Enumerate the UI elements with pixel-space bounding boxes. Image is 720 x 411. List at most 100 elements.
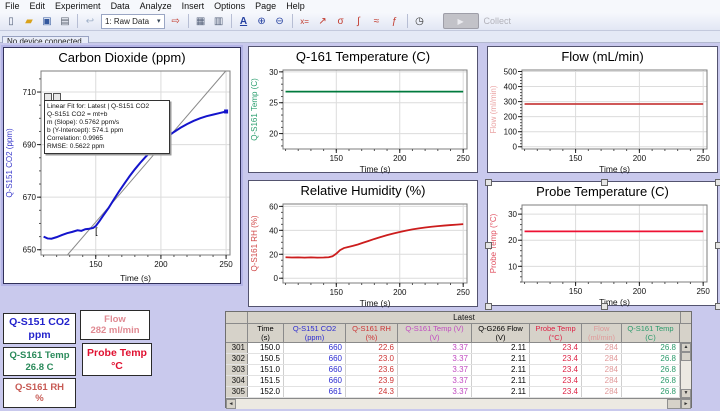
table-cell[interactable]: 2.11 xyxy=(472,365,530,375)
resize-handle[interactable] xyxy=(485,242,492,249)
table-cell[interactable]: 26.8 xyxy=(622,376,680,386)
scroll-up-icon[interactable]: ▲ xyxy=(681,343,691,352)
table-cell[interactable]: 2.11 xyxy=(472,343,530,353)
graph-q161-temperature[interactable]: Q-161 Temperature (C) 150200250202530Tim… xyxy=(248,46,478,173)
integral-icon[interactable]: ∫ xyxy=(351,14,367,29)
collect-button[interactable]: ▶ xyxy=(443,13,479,29)
table-cell[interactable]: 23.4 xyxy=(530,387,582,397)
menu-item-edit[interactable]: Edit xyxy=(25,1,51,11)
model-icon[interactable]: ƒ xyxy=(387,14,403,29)
menu-item-file[interactable]: File xyxy=(0,1,25,11)
open-folder-icon[interactable]: ▰ xyxy=(21,14,37,29)
table-cell[interactable]: 26.8 xyxy=(622,354,680,364)
table-cell[interactable]: 660 xyxy=(284,365,346,375)
scrollbar-thumb[interactable] xyxy=(667,399,681,409)
table-cell[interactable]: 150.5 xyxy=(248,354,284,364)
meter-co2[interactable]: Q-S151 CO2 ppm xyxy=(3,313,76,344)
column-header[interactable]: Q-S161 RH(%) xyxy=(346,324,398,342)
statistics-icon[interactable]: σ xyxy=(333,14,349,29)
vertical-scrollbar[interactable]: ▲▼ xyxy=(680,343,691,398)
table-cell[interactable]: 3.37 xyxy=(398,365,472,375)
table-cell[interactable]: 660 xyxy=(284,376,346,386)
column-header[interactable]: Q-S161 Temp(C) xyxy=(622,324,680,342)
zoom-in-icon[interactable]: ⊕ xyxy=(254,14,270,29)
table-cell[interactable]: 284 xyxy=(582,376,622,386)
menu-item-analyze[interactable]: Analyze xyxy=(135,1,177,11)
table-cell[interactable]: 23.4 xyxy=(530,354,582,364)
data-collection-clock-icon[interactable]: ◷ xyxy=(412,14,428,29)
data-table-icon[interactable]: ▦ xyxy=(193,14,209,29)
table-cell[interactable]: 284 xyxy=(582,365,622,375)
menu-item-data[interactable]: Data xyxy=(106,1,135,11)
table-cell[interactable]: 152.0 xyxy=(248,387,284,397)
table-cell[interactable]: 23.9 xyxy=(346,376,398,386)
scroll-down-icon[interactable]: ▼ xyxy=(681,389,691,398)
resize-handle[interactable] xyxy=(715,303,720,310)
horizontal-scrollbar[interactable]: ◄► xyxy=(226,398,691,409)
linear-fit-info-box[interactable]: Linear Fit for: Latest | Q-S151 CO2 Q-S1… xyxy=(44,100,170,154)
scroll-right-icon[interactable]: ► xyxy=(681,399,691,409)
table-cell[interactable]: 660 xyxy=(284,343,346,353)
table-cell[interactable]: 22.6 xyxy=(346,343,398,353)
curve-fit-icon[interactable]: ≈ xyxy=(369,14,385,29)
menu-item-experiment[interactable]: Experiment xyxy=(50,1,106,11)
table-cell[interactable]: 24.3 xyxy=(346,387,398,397)
column-header[interactable]: Q-S151 CO2(ppm) xyxy=(284,324,346,342)
graph-relative-humidity[interactable]: Relative Humidity (%) 1502002500204060Ti… xyxy=(248,180,478,307)
zoom-out-icon[interactable]: ⊖ xyxy=(272,14,288,29)
column-header[interactable]: Q-S161 Temp (V)(V) xyxy=(398,324,472,342)
meter-probe-temp[interactable]: Probe Temp °C xyxy=(82,343,152,376)
menu-item-help[interactable]: Help xyxy=(281,1,310,11)
table-cell[interactable]: 23.4 xyxy=(530,365,582,375)
column-header[interactable]: Q-G266 Flow(V) xyxy=(472,324,530,342)
previous-page-icon[interactable]: ↩ xyxy=(82,14,98,29)
graph-carbon-dioxide[interactable]: Carbon Dioxide (ppm) 1502002506506706907… xyxy=(3,47,241,284)
table-cell[interactable]: 661 xyxy=(284,387,346,397)
save-icon[interactable]: ▣ xyxy=(39,14,55,29)
autoscale-icon[interactable]: A xyxy=(236,14,252,29)
table-cell[interactable]: 3.37 xyxy=(398,387,472,397)
resize-handle[interactable] xyxy=(601,179,608,186)
table-cell[interactable]: 23.0 xyxy=(346,354,398,364)
table-cell[interactable]: 3.37 xyxy=(398,376,472,386)
table-cell[interactable]: 2.11 xyxy=(472,387,530,397)
table-cell[interactable]: 23.4 xyxy=(530,376,582,386)
table-cell[interactable]: 26.8 xyxy=(622,387,680,397)
resize-handle[interactable] xyxy=(715,179,720,186)
table-cell[interactable]: 150.0 xyxy=(248,343,284,353)
table-cell[interactable]: 284 xyxy=(582,387,622,397)
table-cell[interactable]: 151.5 xyxy=(248,376,284,386)
menu-item-options[interactable]: Options xyxy=(209,1,250,11)
table-cell[interactable]: 23.6 xyxy=(346,365,398,375)
tangent-icon[interactable]: ↗ xyxy=(315,14,331,29)
examine-icon[interactable]: x= xyxy=(297,14,313,29)
table-cell[interactable]: 26.8 xyxy=(622,343,680,353)
graph-flow[interactable]: Flow (mL/min) 1502002500100200300400500T… xyxy=(487,46,718,173)
table-cell[interactable]: 3.37 xyxy=(398,343,472,353)
column-header[interactable]: Time(s) xyxy=(248,324,284,342)
table-cell[interactable]: 26.8 xyxy=(622,365,680,375)
scrollbar-track[interactable] xyxy=(681,361,691,389)
column-header[interactable]: Flow(ml/min) xyxy=(582,324,622,342)
table-cell[interactable]: 3.37 xyxy=(398,354,472,364)
graph-probe-temperature[interactable]: Probe Temperature (C) 150200250102030Tim… xyxy=(487,181,718,306)
resize-handle[interactable] xyxy=(715,242,720,249)
next-page-icon[interactable]: ⇨ xyxy=(168,14,184,29)
table-cell[interactable]: 660 xyxy=(284,354,346,364)
table-cell[interactable]: 284 xyxy=(582,354,622,364)
scroll-left-icon[interactable]: ◄ xyxy=(226,399,236,409)
meter-rh[interactable]: Q-S161 RH % xyxy=(3,378,76,408)
menu-item-insert[interactable]: Insert xyxy=(177,1,210,11)
table-cell[interactable]: 151.0 xyxy=(248,365,284,375)
dataset-selector[interactable]: 1: Raw Data▾ xyxy=(101,14,165,29)
meter-q161-temp[interactable]: Q-S161 Temp 26.8 C xyxy=(3,347,76,376)
table-cell[interactable]: 284 xyxy=(582,343,622,353)
column-header[interactable]: Probe Temp(°C) xyxy=(530,324,582,342)
new-file-icon[interactable]: ▯ xyxy=(3,14,19,29)
resize-handle[interactable] xyxy=(485,303,492,310)
table-cell[interactable]: 2.11 xyxy=(472,354,530,364)
scrollbar-thumb[interactable] xyxy=(681,352,691,361)
resize-handle[interactable] xyxy=(485,179,492,186)
menu-item-page[interactable]: Page xyxy=(250,1,281,11)
table-cell[interactable]: 23.4 xyxy=(530,343,582,353)
